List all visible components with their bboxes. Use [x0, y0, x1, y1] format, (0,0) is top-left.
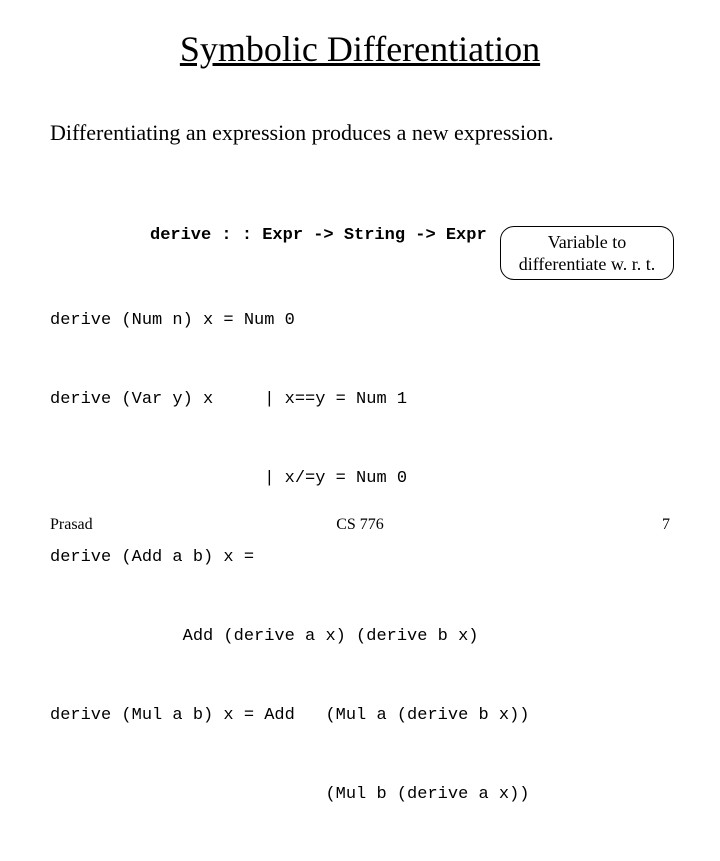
- annotation-callout: Variable to differentiate w. r. t.: [500, 226, 674, 280]
- code-line: | x/=y = Num 0: [50, 466, 670, 492]
- slide: Symbolic Differentiation Differentiating…: [0, 0, 720, 540]
- slide-title: Symbolic Differentiation: [50, 28, 670, 70]
- code-line: Add (derive a x) (derive b x): [50, 624, 670, 650]
- code-line: derive (Mul a b) x = Add (Mul a (derive …: [50, 703, 670, 729]
- callout-line: Variable to: [501, 231, 673, 254]
- code-line: (Mul b (derive a x)): [50, 782, 670, 808]
- code-line: derive (Num n) x = Num 0: [50, 308, 670, 334]
- footer-course: CS 776: [0, 516, 720, 534]
- slide-subtitle: Differentiating an expression produces a…: [50, 120, 670, 146]
- footer-page-number: 7: [662, 516, 670, 534]
- code-line: derive (Add a b) x =: [50, 545, 670, 571]
- code-line: derive (Var y) x | x==y = Num 1: [50, 387, 670, 413]
- callout-line: differentiate w. r. t.: [501, 253, 673, 276]
